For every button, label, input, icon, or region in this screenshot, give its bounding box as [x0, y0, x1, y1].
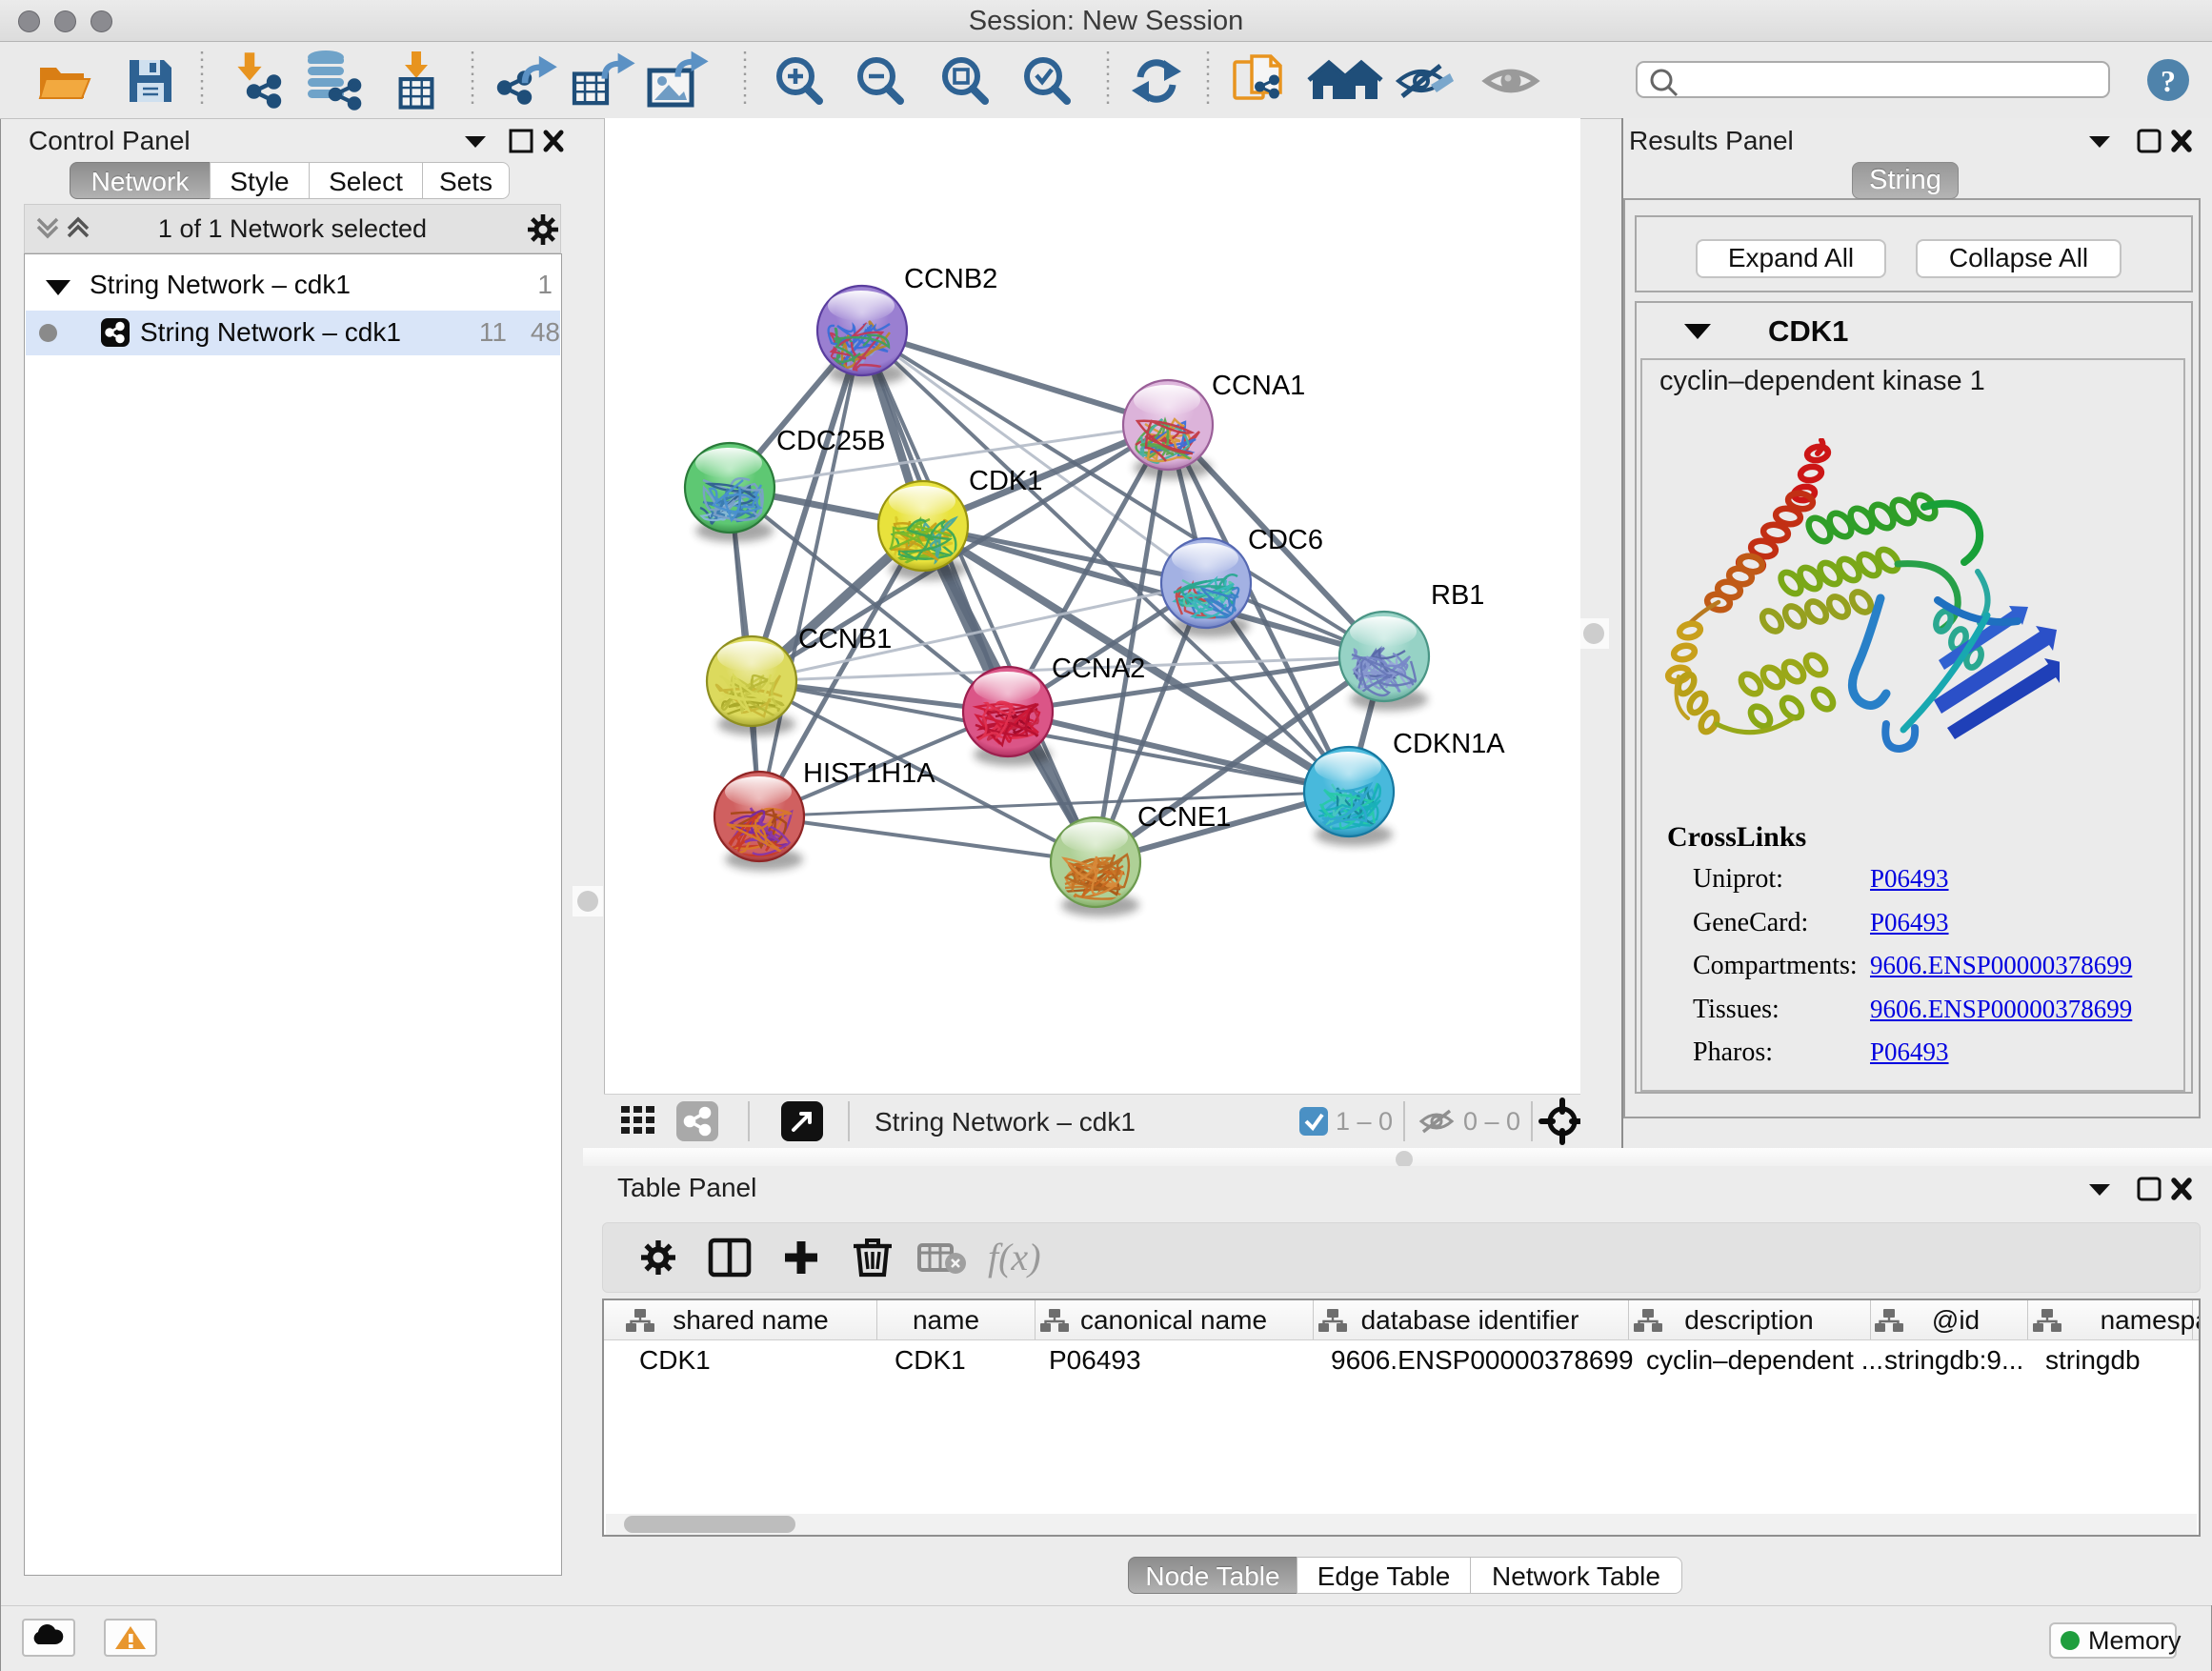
- svg-text:CCNA1: CCNA1: [1212, 371, 1305, 401]
- svg-text:database identifier: database identifier: [1361, 1305, 1579, 1335]
- svg-text:canonical name: canonical name: [1080, 1305, 1267, 1335]
- svg-text:1 – 0: 1 – 0: [1336, 1107, 1393, 1136]
- svg-text:CCNA2: CCNA2: [1052, 654, 1145, 684]
- svg-text:namespace: namespace: [2101, 1305, 2199, 1335]
- svg-text:HIST1H1A: HIST1H1A: [803, 758, 935, 789]
- svg-text:description: description: [1684, 1305, 1813, 1335]
- svg-text:name: name: [913, 1305, 979, 1335]
- svg-text:?: ?: [2161, 64, 2176, 98]
- svg-text:f(x): f(x): [988, 1236, 1041, 1278]
- svg-text:String Network – cdk1: String Network – cdk1: [875, 1107, 1136, 1137]
- svg-text:@id: @id: [1932, 1305, 1980, 1335]
- svg-text:shared name: shared name: [673, 1305, 828, 1335]
- svg-text:0 – 0: 0 – 0: [1463, 1107, 1520, 1136]
- svg-text:CDKN1A: CDKN1A: [1393, 729, 1505, 759]
- svg-text:CDC25B: CDC25B: [776, 426, 885, 456]
- svg-text:CCNB1: CCNB1: [798, 624, 892, 654]
- svg-text:CDC6: CDC6: [1248, 525, 1323, 555]
- svg-text:CCNE1: CCNE1: [1137, 802, 1231, 833]
- svg-text:RB1: RB1: [1431, 580, 1484, 611]
- svg-text:CCNB2: CCNB2: [904, 264, 997, 294]
- svg-text:CDK1: CDK1: [969, 466, 1042, 496]
